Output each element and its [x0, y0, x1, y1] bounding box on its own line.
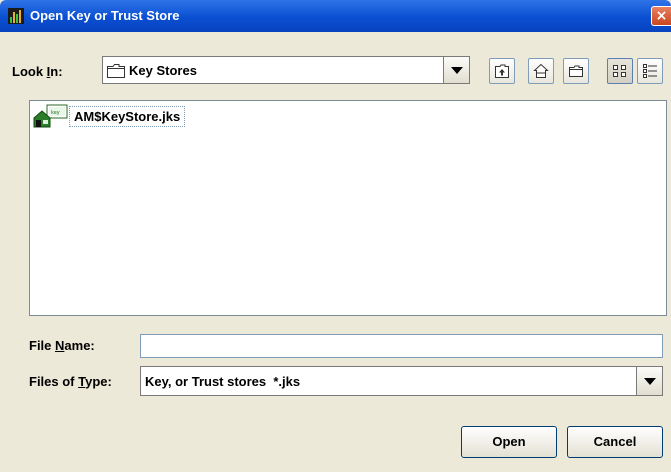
look-in-combo[interactable]: Key Stores: [102, 56, 470, 84]
window-title: Open Key or Trust Store: [30, 8, 180, 23]
up-one-level-button[interactable]: [489, 58, 515, 84]
open-keystore-dialog: Open Key or Trust Store × Look In: Key S…: [0, 0, 671, 472]
file-name-input[interactable]: [140, 334, 663, 358]
list-item[interactable]: key AM$KeyStore.jks: [33, 104, 203, 128]
app-icon: [8, 8, 24, 24]
file-name-label: File Name:: [29, 338, 95, 353]
details-view-button[interactable]: [637, 58, 663, 84]
details-view-icon: [643, 64, 657, 78]
list-view-button[interactable]: [607, 58, 633, 84]
open-button[interactable]: Open: [461, 426, 557, 458]
chevron-down-icon: [451, 67, 463, 74]
new-folder-icon: [569, 65, 583, 77]
files-of-type-label: Files of Type:: [29, 374, 112, 389]
home-button[interactable]: [528, 58, 554, 84]
up-one-level-icon: [495, 64, 509, 78]
cancel-button[interactable]: Cancel: [567, 426, 663, 458]
look-in-dropdown-button[interactable]: [443, 57, 469, 83]
file-name-label: AM$KeyStore.jks: [69, 106, 186, 127]
home-icon: [533, 63, 549, 78]
files-of-type-dropdown-button[interactable]: [636, 367, 662, 395]
file-list[interactable]: key AM$KeyStore.jks: [29, 100, 667, 316]
new-folder-button[interactable]: [563, 58, 589, 84]
keystore-icon: key: [33, 104, 68, 128]
files-of-type-combo[interactable]: Key, or Trust stores *.jks: [140, 366, 663, 396]
close-button[interactable]: ×: [651, 6, 671, 26]
look-in-label: Look In:: [12, 64, 63, 79]
list-view-icon: [613, 65, 626, 77]
files-of-type-value: Key, or Trust stores *.jks: [145, 374, 301, 389]
chevron-down-icon: [644, 378, 656, 385]
svg-text:key: key: [51, 110, 60, 116]
look-in-value: Key Stores: [129, 63, 197, 78]
folder-icon: [107, 64, 125, 78]
title-bar[interactable]: Open Key or Trust Store ×: [0, 0, 671, 32]
close-icon: ×: [655, 8, 668, 24]
